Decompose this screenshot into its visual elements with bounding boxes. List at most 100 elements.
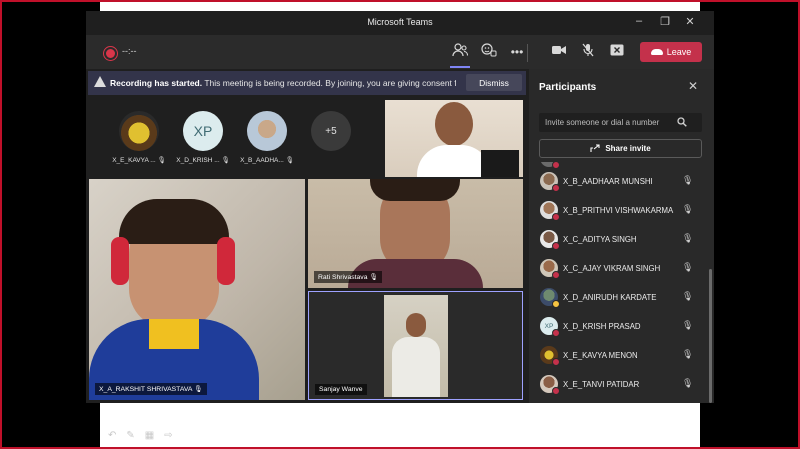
status-badge: [552, 242, 560, 250]
recording-message-bold: Recording has started.: [110, 78, 203, 88]
recording-message: Recording has started. This meeting is b…: [110, 78, 456, 88]
teams-window: Microsoft Teams – ❐ ✕ --:-- ••• Leave Re…: [86, 11, 714, 403]
thumbnail-participant[interactable]: X_B_AADHA... 🎙︎: [240, 111, 294, 164]
status-badge: [552, 329, 560, 337]
mic-muted-icon: 🎙︎: [682, 175, 694, 185]
person-shirt: [392, 337, 440, 397]
meeting-timer: --:--: [122, 46, 137, 56]
participants-panel: Participants ✕ Invite someone or dial a …: [529, 69, 714, 403]
person-hair: [370, 179, 460, 201]
status-badge: [552, 387, 560, 395]
laptop-shape: [481, 150, 519, 177]
mic-muted-icon: 🎙︎: [682, 204, 694, 214]
avatar: [247, 111, 287, 151]
mic-muted-icon: 🎙︎: [682, 262, 694, 272]
presenter-shirt: [417, 145, 491, 177]
forward-icon: ⇨: [164, 430, 173, 441]
status-badge: [552, 213, 560, 221]
grid-icon: ▦: [144, 430, 155, 441]
headphone-left: [111, 237, 129, 285]
list-item[interactable]: X_B_AADHAAR MUNSHI 🎙︎: [529, 167, 709, 196]
list-item[interactable]: X_C_ADITYA SINGH 🎙︎: [529, 225, 709, 254]
mic-muted-icon: 🎙︎: [682, 320, 694, 330]
list-item[interactable]: X_E_KAVYA MENON 🎙︎: [529, 341, 709, 370]
mic-muted-icon: 🎙︎: [193, 386, 203, 393]
camera-icon[interactable]: [550, 43, 568, 61]
panel-title: Participants: [539, 82, 597, 93]
recording-banner: Recording has started. This meeting is b…: [88, 71, 526, 95]
recording-icon: [104, 47, 117, 60]
video-tile-rakshit: X_A_RAKSHIT SHRIVASTAVA 🎙︎: [89, 179, 305, 400]
pen-icon: ✎: [126, 430, 135, 441]
camera-feed: [384, 295, 448, 397]
person-hair: [119, 199, 229, 244]
participant-name: X_D_ANIRUDH KARDATE: [563, 293, 657, 302]
video-tile-rati: Rati Shrivastava 🎙︎: [308, 179, 523, 288]
mic-muted-icon: 🎙︎: [682, 349, 694, 359]
video-tile-sanjay: Sanjay Wanve: [308, 291, 523, 400]
undo-icon: ↶: [108, 430, 117, 441]
window-title: Microsoft Teams: [367, 17, 433, 27]
headphone-right: [217, 237, 235, 285]
participants-active-indicator: [450, 66, 470, 68]
status-badge: [552, 184, 560, 192]
participant-name: X_C_AJAY VIKRAM SINGH: [563, 264, 661, 273]
list-item[interactable]: X_E_TANVI PATIDAR 🎙︎: [529, 370, 709, 399]
mic-muted-icon: 🎙︎: [285, 157, 294, 164]
warning-icon: [94, 76, 106, 87]
leave-button[interactable]: Leave: [640, 42, 702, 62]
more-actions-icon[interactable]: •••: [508, 43, 526, 61]
thumbnail-participant[interactable]: X_E_KAVYA ... 🎙︎: [112, 111, 166, 164]
participant-name: X_D_KRISH PRASAD: [563, 322, 641, 331]
participant-name: X_C_ADITYA SINGH: [563, 235, 637, 244]
share-screen-icon[interactable]: [608, 43, 626, 61]
maximize-icon[interactable]: ❐: [658, 15, 672, 28]
minimize-icon[interactable]: –: [632, 15, 646, 27]
faded-slide-tools: ↶ ✎ ▦ ⇨: [108, 430, 173, 441]
scrollbar[interactable]: [709, 269, 712, 403]
avatar: [119, 111, 159, 151]
dismiss-button[interactable]: Dismiss: [466, 74, 522, 91]
presenter-figure: [435, 102, 473, 146]
status-badge: [552, 300, 560, 308]
mic-muted-icon: 🎙︎: [682, 378, 694, 388]
reactions-icon[interactable]: [480, 43, 498, 61]
person-collar: [149, 319, 199, 349]
person-face: [406, 313, 426, 337]
video-tile-presenter: [385, 100, 523, 177]
title-bar: Microsoft Teams – ❐ ✕: [86, 11, 714, 35]
close-panel-icon[interactable]: ✕: [688, 79, 698, 93]
participant-name: X_E_KAVYA MENON: [563, 351, 638, 360]
mic-muted-icon: 🎙︎: [369, 274, 379, 281]
share-invite-button[interactable]: Share invite: [539, 139, 702, 158]
recording-message-text: This meeting is being recorded. By joini…: [204, 78, 456, 88]
participants-icon[interactable]: [451, 43, 469, 61]
mic-muted-icon: 🎙︎: [682, 233, 694, 243]
leave-label: Leave: [666, 47, 692, 57]
share-icon: [590, 144, 600, 152]
list-item[interactable]: X_B_PRITHVI VISHWAKARMA 🎙︎: [529, 196, 709, 225]
participant-name: X_B_AADHAAR MUNSHI: [563, 177, 653, 186]
toolbar-divider: [527, 44, 528, 62]
participant-list: X_B_AADHAAR MUNSHI 🎙︎ X_B_PRITHVI VISHWA…: [529, 162, 709, 403]
participant-name: X_B_PRITHVI VISHWAKARMA: [563, 206, 674, 215]
slide-background-top: [100, 0, 700, 10]
avatar: XP: [183, 111, 223, 151]
slide-background-bottom: [100, 402, 700, 447]
tile-name-label: X_A_RAKSHIT SHRIVASTAVA 🎙︎: [95, 383, 207, 395]
thumbnail-name: X_B_AADHA... 🎙︎: [240, 157, 294, 164]
tile-name-label: Sanjay Wanve: [315, 384, 367, 395]
thumbnail-participant[interactable]: XP X_D_KRISH ... 🎙︎: [176, 111, 230, 164]
list-item[interactable]: X_D_ANIRUDH KARDATE 🎙︎: [529, 283, 709, 312]
list-item[interactable]: X_C_AJAY VIKRAM SINGH 🎙︎: [529, 254, 709, 283]
microphone-muted-icon[interactable]: [579, 43, 597, 61]
more-participants-button[interactable]: +5: [311, 111, 351, 151]
list-item[interactable]: XP X_D_KRISH PRASAD 🎙︎: [529, 312, 709, 341]
share-invite-label: Share invite: [605, 144, 651, 153]
status-badge: [552, 358, 560, 366]
status-badge: [552, 271, 560, 279]
search-icon[interactable]: [677, 117, 687, 129]
tile-name-label: Rati Shrivastava 🎙︎: [314, 271, 383, 283]
close-window-icon[interactable]: ✕: [683, 15, 697, 28]
participant-name: X_E_TANVI PATIDAR: [563, 380, 640, 389]
